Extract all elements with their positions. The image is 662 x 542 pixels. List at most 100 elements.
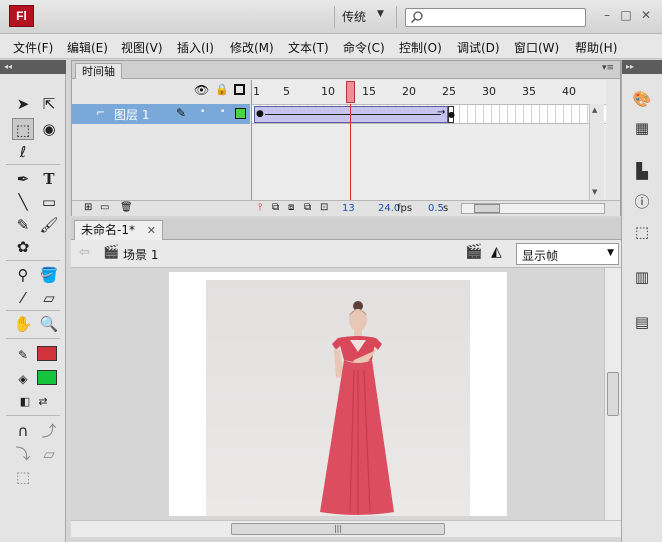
back-arrow-icon[interactable]: ⇦ [79, 245, 90, 260]
edit-scene-icon[interactable]: 🎬 [465, 244, 482, 260]
bone-tool-icon[interactable]: ⚲ [12, 264, 34, 286]
stage[interactable] [169, 272, 507, 516]
stage-horizontal-scrollbar[interactable]: ||| [71, 520, 621, 537]
delete-layer-icon[interactable]: 🗑 [120, 202, 133, 213]
stage-area[interactable] [71, 268, 604, 520]
frames-area[interactable]: 1 5 10 15 20 25 30 35 40 ● → ● ▲ ▼ [251, 80, 606, 200]
info-panel-icon[interactable]: ⓘ [630, 191, 654, 213]
rotate-icon[interactable]: ⬚ [12, 466, 34, 488]
minimize-icon[interactable]: – [598, 6, 616, 24]
menu-help[interactable]: 帮助(H) [575, 39, 617, 56]
center-frame-icon[interactable]: ⫯ [258, 202, 262, 213]
smooth-icon[interactable]: ⤴ [38, 420, 60, 442]
straighten-icon[interactable]: ⤵ [12, 443, 34, 465]
timeline-tab-bar: 时间轴 ▾≡ [72, 61, 620, 79]
menu-text[interactable]: 文本(T) [288, 39, 329, 56]
layer-row[interactable]: ⌐ 图层 1 ✎ • • [72, 104, 250, 124]
frame-row[interactable]: ● → ● [252, 104, 606, 124]
lock-dot-icon[interactable]: • [220, 107, 225, 117]
frames-vertical-scrollbar[interactable]: ▲ ▼ [589, 104, 604, 200]
line-tool-icon[interactable]: ╲ [12, 191, 34, 213]
onion-markers-icon[interactable]: ⊡ [320, 202, 328, 213]
outline-icon[interactable] [234, 84, 245, 95]
pen-tool-icon[interactable]: ✒ [12, 168, 34, 190]
collapse-icon[interactable]: ◂◂ [0, 60, 66, 74]
menu-debug[interactable]: 调试(D) [457, 39, 500, 56]
tools-panel: ◂◂ ➤ ⇱ ⬚ ◉ ℓ ✒ T ╲ ▭ ✎ 🖌 ✿ ⚲ 🪣 ⁄ ▱ ✋ 🔍 ✎… [0, 60, 66, 542]
scroll-down-icon[interactable]: ▼ [592, 188, 597, 196]
align-panel-icon[interactable]: ▙ [630, 160, 654, 182]
eye-icon[interactable]: 👁 [194, 83, 209, 97]
selection-tool-icon[interactable]: ➤ [12, 93, 34, 115]
maximize-icon[interactable]: □ [617, 6, 635, 24]
bitmap-image[interactable] [206, 280, 470, 516]
snap-icon[interactable]: ∩ [12, 420, 34, 442]
close-tab-icon[interactable]: ✕ [147, 224, 156, 237]
brush-tool-icon[interactable]: 🖌 [38, 214, 60, 236]
text-tool-icon[interactable]: T [38, 168, 60, 190]
new-folder-icon[interactable]: ▭ [100, 202, 109, 213]
paint-bucket-tool-icon[interactable]: 🪣 [38, 264, 60, 286]
workspace-switcher[interactable]: 传统 [342, 8, 366, 25]
frames-horizontal-scrollbar[interactable] [461, 203, 605, 214]
search-input[interactable] [405, 8, 586, 27]
menu-commands[interactable]: 命令(C) [343, 39, 385, 56]
edit-multiple-frames-icon[interactable]: ⧉ [304, 202, 311, 213]
visibility-dot-icon[interactable]: • [200, 107, 205, 117]
zoom-select[interactable]: 显示帧 ▼ [516, 243, 619, 265]
zoom-tool-icon[interactable]: 🔍 [38, 313, 60, 335]
stage-vertical-scrollbar[interactable] [604, 268, 621, 520]
outline-color-icon[interactable] [235, 108, 246, 119]
scrollbar-thumb[interactable]: ||| [231, 523, 445, 535]
rectangle-tool-icon[interactable]: ▭ [38, 191, 60, 213]
lock-icon[interactable]: 🔒 [215, 83, 229, 96]
swatches-panel-icon[interactable]: ▦ [630, 117, 654, 139]
menu-control[interactable]: 控制(O) [399, 39, 442, 56]
menu-modify[interactable]: 修改(M) [230, 39, 274, 56]
subselection-tool-icon[interactable]: ⇱ [38, 93, 60, 115]
edit-symbols-icon[interactable]: ◭ [491, 244, 502, 260]
new-layer-icon[interactable]: ⊞ [84, 202, 92, 213]
menu-file[interactable]: 文件(F) [13, 39, 53, 56]
tab-timeline[interactable]: 时间轴 [75, 63, 122, 79]
onion-skin-icon[interactable]: ⧉ [272, 202, 279, 213]
playhead[interactable] [346, 81, 355, 103]
scroll-up-icon[interactable]: ▲ [592, 106, 597, 114]
divider [6, 164, 60, 165]
transform-panel-icon[interactable]: ⬚ [630, 221, 654, 243]
fill-color-swatch[interactable] [37, 370, 57, 385]
layer-name[interactable]: 图层 1 [114, 106, 149, 123]
library-panel-icon[interactable]: ▥ [630, 266, 654, 288]
menu-window[interactable]: 窗口(W) [514, 39, 559, 56]
swap-colors-icon[interactable]: ⇄ [32, 391, 54, 413]
frame-number: 30 [482, 85, 496, 98]
components-panel-icon[interactable]: ▤ [630, 311, 654, 333]
3d-rotation-tool-icon[interactable]: ◉ [38, 118, 60, 140]
expand-icon[interactable]: ▸▸ [622, 60, 662, 74]
menu-edit[interactable]: 编辑(E) [67, 39, 108, 56]
onion-outline-icon[interactable]: ⧈ [288, 202, 294, 213]
eraser-tool-icon[interactable]: ▱ [38, 287, 60, 309]
eyedropper-tool-icon[interactable]: ⁄ [12, 287, 34, 309]
motion-tween-span[interactable]: ● → [254, 106, 448, 123]
stroke-color-swatch[interactable] [37, 346, 57, 361]
lasso-tool-icon[interactable]: ℓ [12, 141, 34, 163]
scrollbar-thumb[interactable] [607, 372, 619, 416]
close-icon[interactable]: ✕ [637, 6, 655, 24]
end-keyframe[interactable]: ● [448, 106, 455, 123]
menu-insert[interactable]: 插入(I) [177, 39, 214, 56]
tween-arrow [265, 114, 441, 115]
scale-icon[interactable]: ▱ [38, 443, 60, 465]
zoom-value: 显示帧 [522, 249, 559, 263]
color-panel-icon[interactable]: 🎨 [630, 88, 654, 110]
panel-menu-icon[interactable]: ▾≡ [602, 63, 614, 73]
tab-document[interactable]: 未命名-1* ✕ [74, 220, 164, 240]
pencil-tool-icon[interactable]: ✎ [12, 214, 34, 236]
current-frame[interactable]: 13 [342, 203, 355, 214]
chevron-down-icon[interactable]: ▼ [377, 9, 384, 19]
deco-tool-icon[interactable]: ✿ [12, 236, 34, 258]
hand-tool-icon[interactable]: ✋ [12, 313, 34, 335]
menu-view[interactable]: 视图(V) [121, 39, 163, 56]
scrollbar-thumb[interactable] [474, 204, 500, 213]
free-transform-tool-icon[interactable]: ⬚ [12, 118, 34, 140]
